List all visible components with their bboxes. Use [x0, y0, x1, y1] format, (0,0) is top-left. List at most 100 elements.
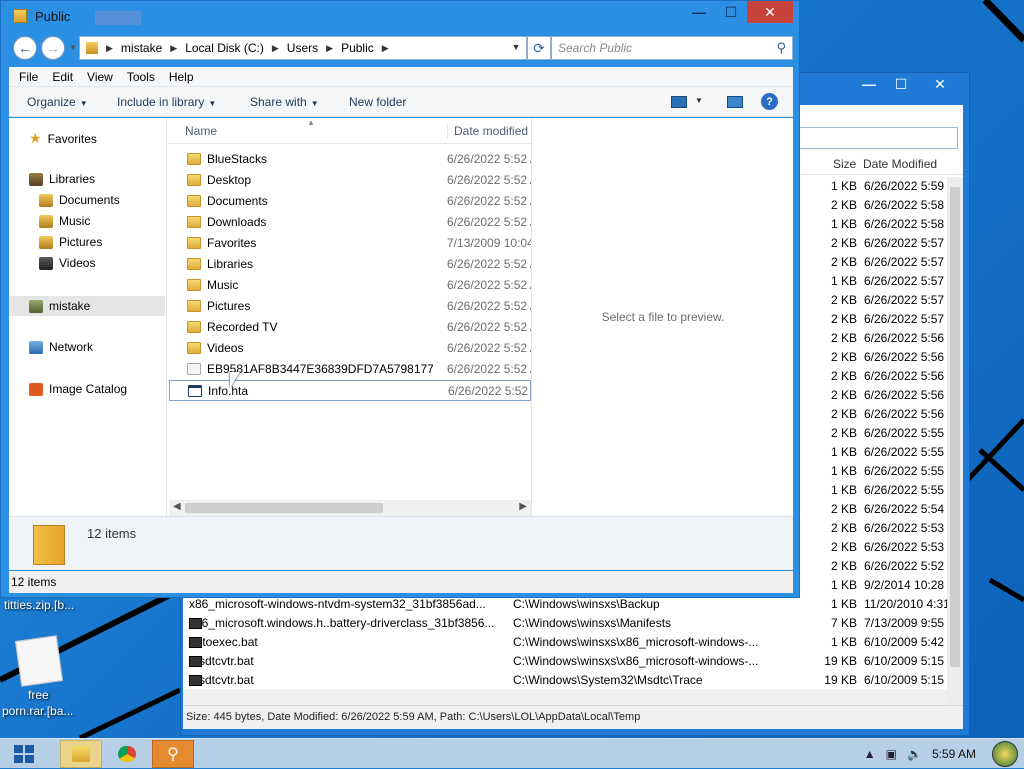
bg-maximize-button[interactable]: ☐ [885, 73, 917, 95]
file-row[interactable]: Favorites 7/13/2009 10:04 [169, 233, 531, 254]
nav-pictures[interactable]: Pictures [39, 235, 102, 249]
include-in-library-button[interactable]: Include in library ▼ [117, 95, 216, 109]
nav-favorites[interactable]: ★ Favorites [29, 130, 97, 147]
bg-close-button[interactable]: ✕ [917, 73, 963, 95]
organize-button[interactable]: Organize ▼ [27, 95, 88, 109]
volume-icon[interactable]: 🔈 [907, 747, 922, 761]
new-folder-button[interactable]: New folder [349, 95, 406, 109]
network-warning-icon[interactable]: ▣ [886, 747, 897, 761]
bg-horizontal-scrollbar[interactable] [183, 689, 947, 705]
nav-computer[interactable]: mistake [9, 296, 165, 316]
file-row[interactable]: Videos 6/26/2022 5:52 A [169, 338, 531, 359]
maximize-button[interactable]: ☐ [715, 1, 747, 23]
scroll-thumb[interactable] [185, 503, 383, 513]
crumb-public[interactable]: Public [341, 41, 374, 55]
bg-table-row[interactable]: msdtcvtr.bat C:\Windows\System32\Msdtc\Tr… [183, 671, 953, 690]
preview-pane-icon[interactable] [727, 96, 743, 108]
menu-help[interactable]: Help [169, 70, 194, 84]
crumb-separator-icon[interactable]: ▶ [106, 43, 113, 54]
horizontal-scrollbar[interactable]: ◀ ▶ [169, 500, 531, 516]
file-row[interactable]: Desktop 6/26/2022 5:52 A [169, 170, 531, 191]
taskbar-chrome-button[interactable] [106, 740, 148, 768]
menu-tools[interactable]: Tools [127, 70, 155, 84]
refresh-icon[interactable]: ⟳ [527, 36, 551, 60]
file-row[interactable]: Music 6/26/2022 5:52 A [169, 275, 531, 296]
nav-libraries[interactable]: Libraries [29, 172, 95, 186]
address-bar[interactable]: ▶ mistake ▶ Local Disk (C:) ▶ Users ▶ Pu… [79, 36, 527, 60]
crumb-separator-icon[interactable]: ▶ [382, 43, 389, 54]
bg-minimize-button[interactable]: — [853, 73, 885, 95]
menu-edit[interactable]: Edit [52, 70, 73, 84]
help-icon[interactable]: ? [761, 93, 778, 110]
nav-documents[interactable]: Documents [39, 193, 120, 207]
bg-row-date: 6/26/2022 5:57 [864, 293, 945, 307]
bg-row-date: 6/26/2022 5:56 [864, 350, 945, 364]
nav-image-catalog[interactable]: Image Catalog [29, 382, 127, 396]
file-row[interactable]: Info.hta 6/26/2022 5:52 A [169, 380, 532, 401]
title-bar[interactable]: Public — ☐ ✕ [1, 1, 799, 31]
folder-icon [13, 9, 27, 23]
explorer-window[interactable]: Public — ☐ ✕ ← → ▼ ▶ mistake ▶ Local Dis… [0, 0, 800, 598]
column-name[interactable]: Name [185, 124, 217, 138]
file-list: ▲ Name Date modified BlueStacks 6/26/2022… [169, 118, 532, 516]
menu-file[interactable]: File [19, 70, 38, 84]
back-button[interactable]: ← [13, 36, 37, 60]
address-dropdown-icon[interactable]: ▼ [507, 36, 525, 58]
recent-pages-chevron-icon[interactable]: ▼ [69, 43, 77, 52]
search-input[interactable]: Search Public ⚲ [551, 36, 793, 60]
file-name: Videos [207, 341, 244, 355]
desktop-icon-rar-label-1[interactable]: free [28, 688, 49, 702]
forward-button[interactable]: → [41, 36, 65, 60]
crumb-separator-icon[interactable]: ▶ [272, 43, 279, 54]
nav-music[interactable]: Music [39, 214, 90, 228]
file-date-modified: 6/26/2022 5:52 A [447, 257, 531, 271]
menu-view[interactable]: View [87, 70, 113, 84]
close-button[interactable]: ✕ [747, 1, 793, 23]
bg-row-path: C:\Windows\System32\Msdtc\Trace [513, 673, 703, 687]
bg-table-row[interactable]: x86_microsoft.windows.h..battery-driverc… [183, 614, 953, 633]
column-date-modified[interactable]: Date modified [447, 124, 528, 138]
file-icon [187, 363, 201, 375]
desktop-file-icon[interactable] [15, 635, 63, 687]
bg-table-row[interactable]: autoexec.bat C:\Windows\winsxs\x86_micros… [183, 633, 953, 652]
bg-col-date[interactable]: Date Modified [863, 157, 937, 171]
user-avatar[interactable] [992, 741, 1018, 767]
taskbar-search-app-button[interactable]: ⚲ [152, 740, 194, 768]
address-row: ← → ▼ ▶ mistake ▶ Local Disk (C:) ▶ User… [9, 33, 793, 63]
crumb-local-disk[interactable]: Local Disk (C:) [185, 41, 264, 55]
bg-table-row[interactable]: msdtcvtr.bat C:\Windows\winsxs\x86_micros… [183, 652, 953, 671]
file-row[interactable]: BlueStacks 6/26/2022 5:52 A [169, 149, 531, 170]
desktop-icon-zip-label[interactable]: titties.zip.[b... [4, 598, 74, 612]
file-row[interactable]: Documents 6/26/2022 5:52 A [169, 191, 531, 212]
search-icon[interactable]: ⚲ [776, 40, 786, 56]
scroll-right-icon[interactable]: ▶ [519, 501, 527, 512]
crumb-separator-icon[interactable]: ▶ [326, 43, 333, 54]
scroll-left-icon[interactable]: ◀ [173, 501, 181, 512]
bg-vertical-scrollbar[interactable] [947, 177, 963, 722]
file-row[interactable]: Pictures 6/26/2022 5:52 A [169, 296, 531, 317]
start-button-windows-icon[interactable] [14, 745, 34, 763]
crumb-separator-icon[interactable]: ▶ [170, 43, 177, 54]
crumb-users[interactable]: Users [287, 41, 318, 55]
nav-videos[interactable]: Videos [39, 256, 95, 270]
bg-search-field[interactable] [793, 127, 958, 149]
view-dropdown-icon[interactable]: ▼ [695, 96, 703, 105]
minimize-button[interactable]: — [683, 1, 715, 23]
share-with-button[interactable]: Share with ▼ [250, 95, 319, 109]
show-hidden-icons-icon[interactable]: ▲ [864, 747, 876, 761]
chevron-down-icon: ▼ [208, 99, 217, 108]
batch-file-icon [189, 637, 202, 648]
file-row[interactable]: Libraries 6/26/2022 5:52 A [169, 254, 531, 275]
file-row[interactable]: EB9581AF8B3447E36839DFD7A579817793... 6/2… [169, 359, 531, 380]
desktop-icon-rar-label-2[interactable]: porn.rar.[ba... [2, 704, 73, 718]
taskbar-explorer-button[interactable] [60, 740, 102, 768]
change-view-icon[interactable] [671, 96, 687, 108]
bg-row-date: 7/13/2009 9:55 [864, 616, 945, 630]
crumb-computer[interactable]: mistake [121, 41, 162, 55]
nav-network[interactable]: Network [29, 340, 93, 354]
file-name: Pictures [207, 299, 251, 313]
file-row[interactable]: Recorded TV 6/26/2022 5:52 A [169, 317, 531, 338]
file-row[interactable]: Downloads 6/26/2022 5:52 A [169, 212, 531, 233]
bg-col-size[interactable]: Size [833, 157, 856, 171]
clock[interactable]: 5:59 AM [932, 747, 976, 761]
